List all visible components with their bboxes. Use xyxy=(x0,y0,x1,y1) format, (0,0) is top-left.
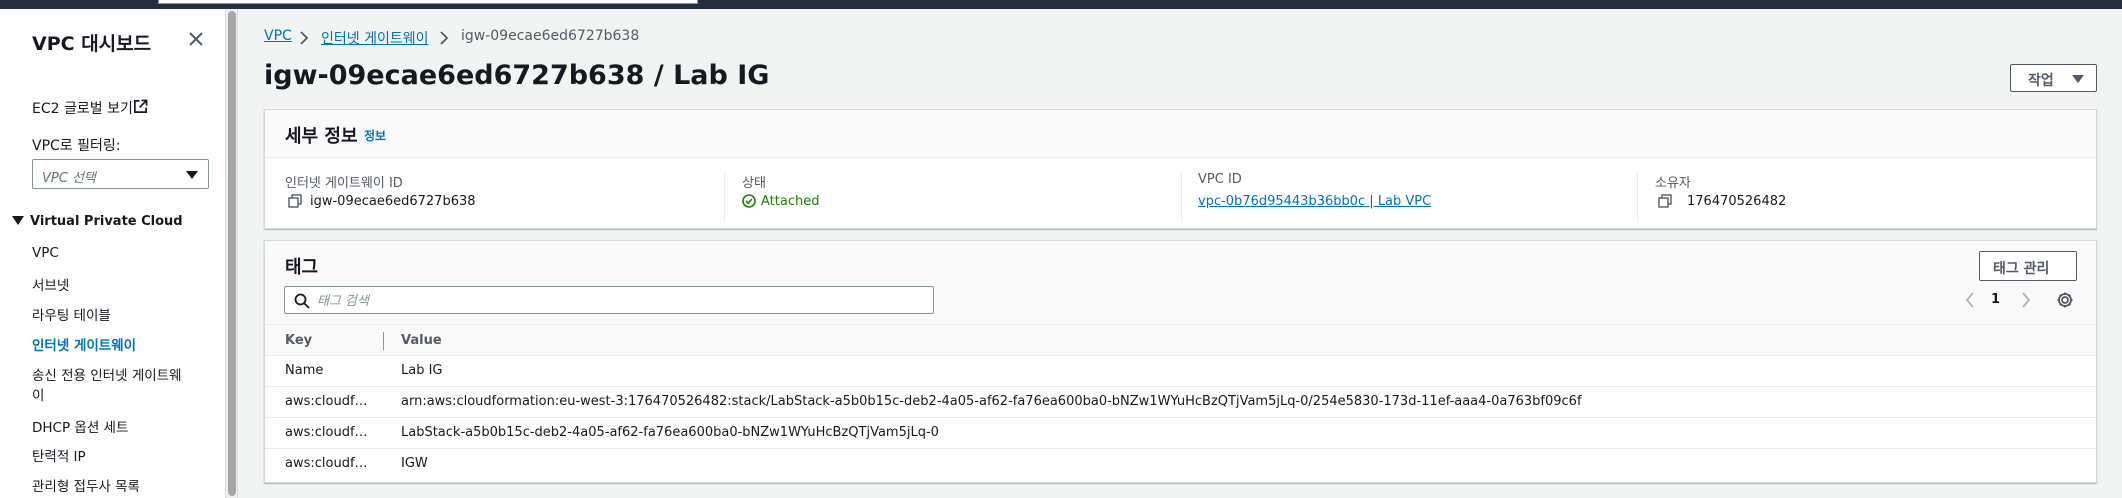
sidebar-item-ec2-global-view[interactable]: EC2 글로벌 보기 xyxy=(32,98,133,118)
copy-icon[interactable] xyxy=(288,194,302,208)
sidebar-item-subnets[interactable]: 서브넷 xyxy=(32,274,69,294)
column-divider xyxy=(1181,172,1182,222)
tag-value: arn:aws:cloudformation:eu-west-3:1764705… xyxy=(401,394,1582,409)
column-header-key[interactable]: Key xyxy=(285,333,312,348)
sidebar-title[interactable]: VPC 대시보드 xyxy=(32,29,151,56)
chevron-right-icon[interactable] xyxy=(2021,292,2031,308)
breadcrumb-current: igw-09ecae6ed6727b638 xyxy=(461,28,640,44)
page-number[interactable]: 1 xyxy=(1991,292,2000,307)
vpc-filter-select[interactable]: VPC 선택 xyxy=(32,159,209,189)
sidebar-item-elastic-ips[interactable]: 탄력적 IP xyxy=(32,445,86,465)
column-divider xyxy=(1637,172,1638,222)
vpc-filter-label: VPC로 필터링: xyxy=(32,138,121,154)
tags-panel: 태그 태그 관리 1 Key Value Name Lab IG aws:clo… xyxy=(264,240,2097,483)
details-info-link[interactable]: 정보 xyxy=(364,127,386,144)
check-circle-icon xyxy=(742,194,756,208)
sidebar-section-label: Virtual Private Cloud xyxy=(30,214,183,229)
caret-down-icon xyxy=(12,216,24,225)
details-title: 세부 정보 xyxy=(285,126,358,147)
tags-table-header: Key Value xyxy=(265,324,2096,356)
sidebar-item-internet-gateways[interactable]: 인터넷 게이트웨이 xyxy=(32,334,136,354)
manage-tags-button[interactable]: 태그 관리 xyxy=(1979,251,2077,281)
actions-button-label: 작업 xyxy=(2028,73,2054,89)
top-nav-bar xyxy=(0,0,2122,9)
sidebar-item-vpc[interactable]: VPC xyxy=(32,245,59,261)
tag-value: IGW xyxy=(401,456,428,471)
vpc-id-label: VPC ID xyxy=(1198,172,1242,187)
page-title: igw-09ecae6ed6727b638 / Lab IG xyxy=(264,60,770,91)
search-icon xyxy=(294,293,310,309)
state-value: Attached xyxy=(761,194,820,209)
column-resizer[interactable] xyxy=(383,332,384,350)
sidebar-item-dhcp-option-sets[interactable]: DHCP 옵션 세트 xyxy=(32,416,128,436)
sidebar-item-managed-prefix-lists[interactable]: 관리형 접두사 목록 xyxy=(32,475,140,495)
state-label: 상태 xyxy=(742,176,766,191)
manage-tags-label: 태그 관리 xyxy=(1993,261,2050,277)
details-panel-header: 세부 정보 정보 xyxy=(265,110,2096,158)
caret-down-icon xyxy=(186,171,198,179)
breadcrumb-internet-gateways[interactable]: 인터넷 게이트웨이 xyxy=(321,28,429,48)
tags-panel-header: 태그 태그 관리 1 xyxy=(265,241,2096,325)
sidebar-item-egress-only-igw-wrap[interactable]: 이 xyxy=(32,384,44,404)
caret-down-icon xyxy=(2072,75,2084,83)
table-row: aws:cloudf… LabStack-a5b0b15c-deb2-4a05-… xyxy=(265,418,2096,449)
table-row: aws:cloudf… IGW xyxy=(265,449,2096,480)
column-header-value[interactable]: Value xyxy=(401,333,442,348)
tag-key: aws:cloudf… xyxy=(285,456,368,471)
vpc-filter-placeholder: VPC 선택 xyxy=(42,171,96,186)
tag-key: Name xyxy=(285,363,324,378)
sidebar: VPC 대시보드 EC2 글로벌 보기 VPC로 필터링: VPC 선택 Vir… xyxy=(0,9,226,498)
sidebar-scrollbar[interactable] xyxy=(226,9,238,498)
vpc-id-link[interactable]: vpc-0b76d95443b36bb0c | Lab VPC xyxy=(1198,194,1431,209)
copy-icon[interactable] xyxy=(1658,194,1672,208)
tag-value: LabStack-a5b0b15c-deb2-4a05-af62-fa76ea6… xyxy=(401,425,939,440)
tag-search-input[interactable] xyxy=(317,291,917,311)
column-divider xyxy=(724,172,725,222)
igw-id-label: 인터넷 게이트웨이 ID xyxy=(285,176,403,191)
breadcrumb-vpc[interactable]: VPC xyxy=(264,28,292,44)
gear-icon[interactable] xyxy=(2056,291,2074,309)
external-link-icon xyxy=(134,99,148,113)
tag-search-box[interactable] xyxy=(284,286,934,314)
tag-value: Lab IG xyxy=(401,363,443,378)
scrollbar-thumb[interactable] xyxy=(228,11,236,496)
chevron-right-icon xyxy=(300,31,308,45)
chevron-right-icon xyxy=(440,31,448,45)
owner-value: 176470526482 xyxy=(1687,194,1787,209)
sidebar-section-virtual-private-cloud[interactable]: Virtual Private Cloud xyxy=(12,214,183,229)
tag-key: aws:cloudf… xyxy=(285,394,368,409)
owner-label: 소유자 xyxy=(1655,176,1691,191)
igw-id-value: igw-09ecae6ed6727b638 xyxy=(310,194,476,209)
actions-dropdown-button[interactable]: 작업 xyxy=(2010,64,2097,92)
tags-title: 태그 xyxy=(285,257,319,278)
sidebar-item-egress-only-igw[interactable]: 송신 전용 인터넷 게이트웨 xyxy=(32,364,182,384)
tag-key: aws:cloudf… xyxy=(285,425,368,440)
table-row: aws:cloudf… arn:aws:cloudformation:eu-we… xyxy=(265,387,2096,418)
close-icon[interactable] xyxy=(186,29,206,49)
details-panel: 세부 정보 정보 인터넷 게이트웨이 ID igw-09ecae6ed6727b… xyxy=(264,109,2097,229)
global-search-input[interactable] xyxy=(158,0,698,4)
table-row: Name Lab IG xyxy=(265,356,2096,387)
sidebar-item-route-tables[interactable]: 라우팅 테이블 xyxy=(32,304,111,324)
chevron-left-icon[interactable] xyxy=(1965,292,1975,308)
